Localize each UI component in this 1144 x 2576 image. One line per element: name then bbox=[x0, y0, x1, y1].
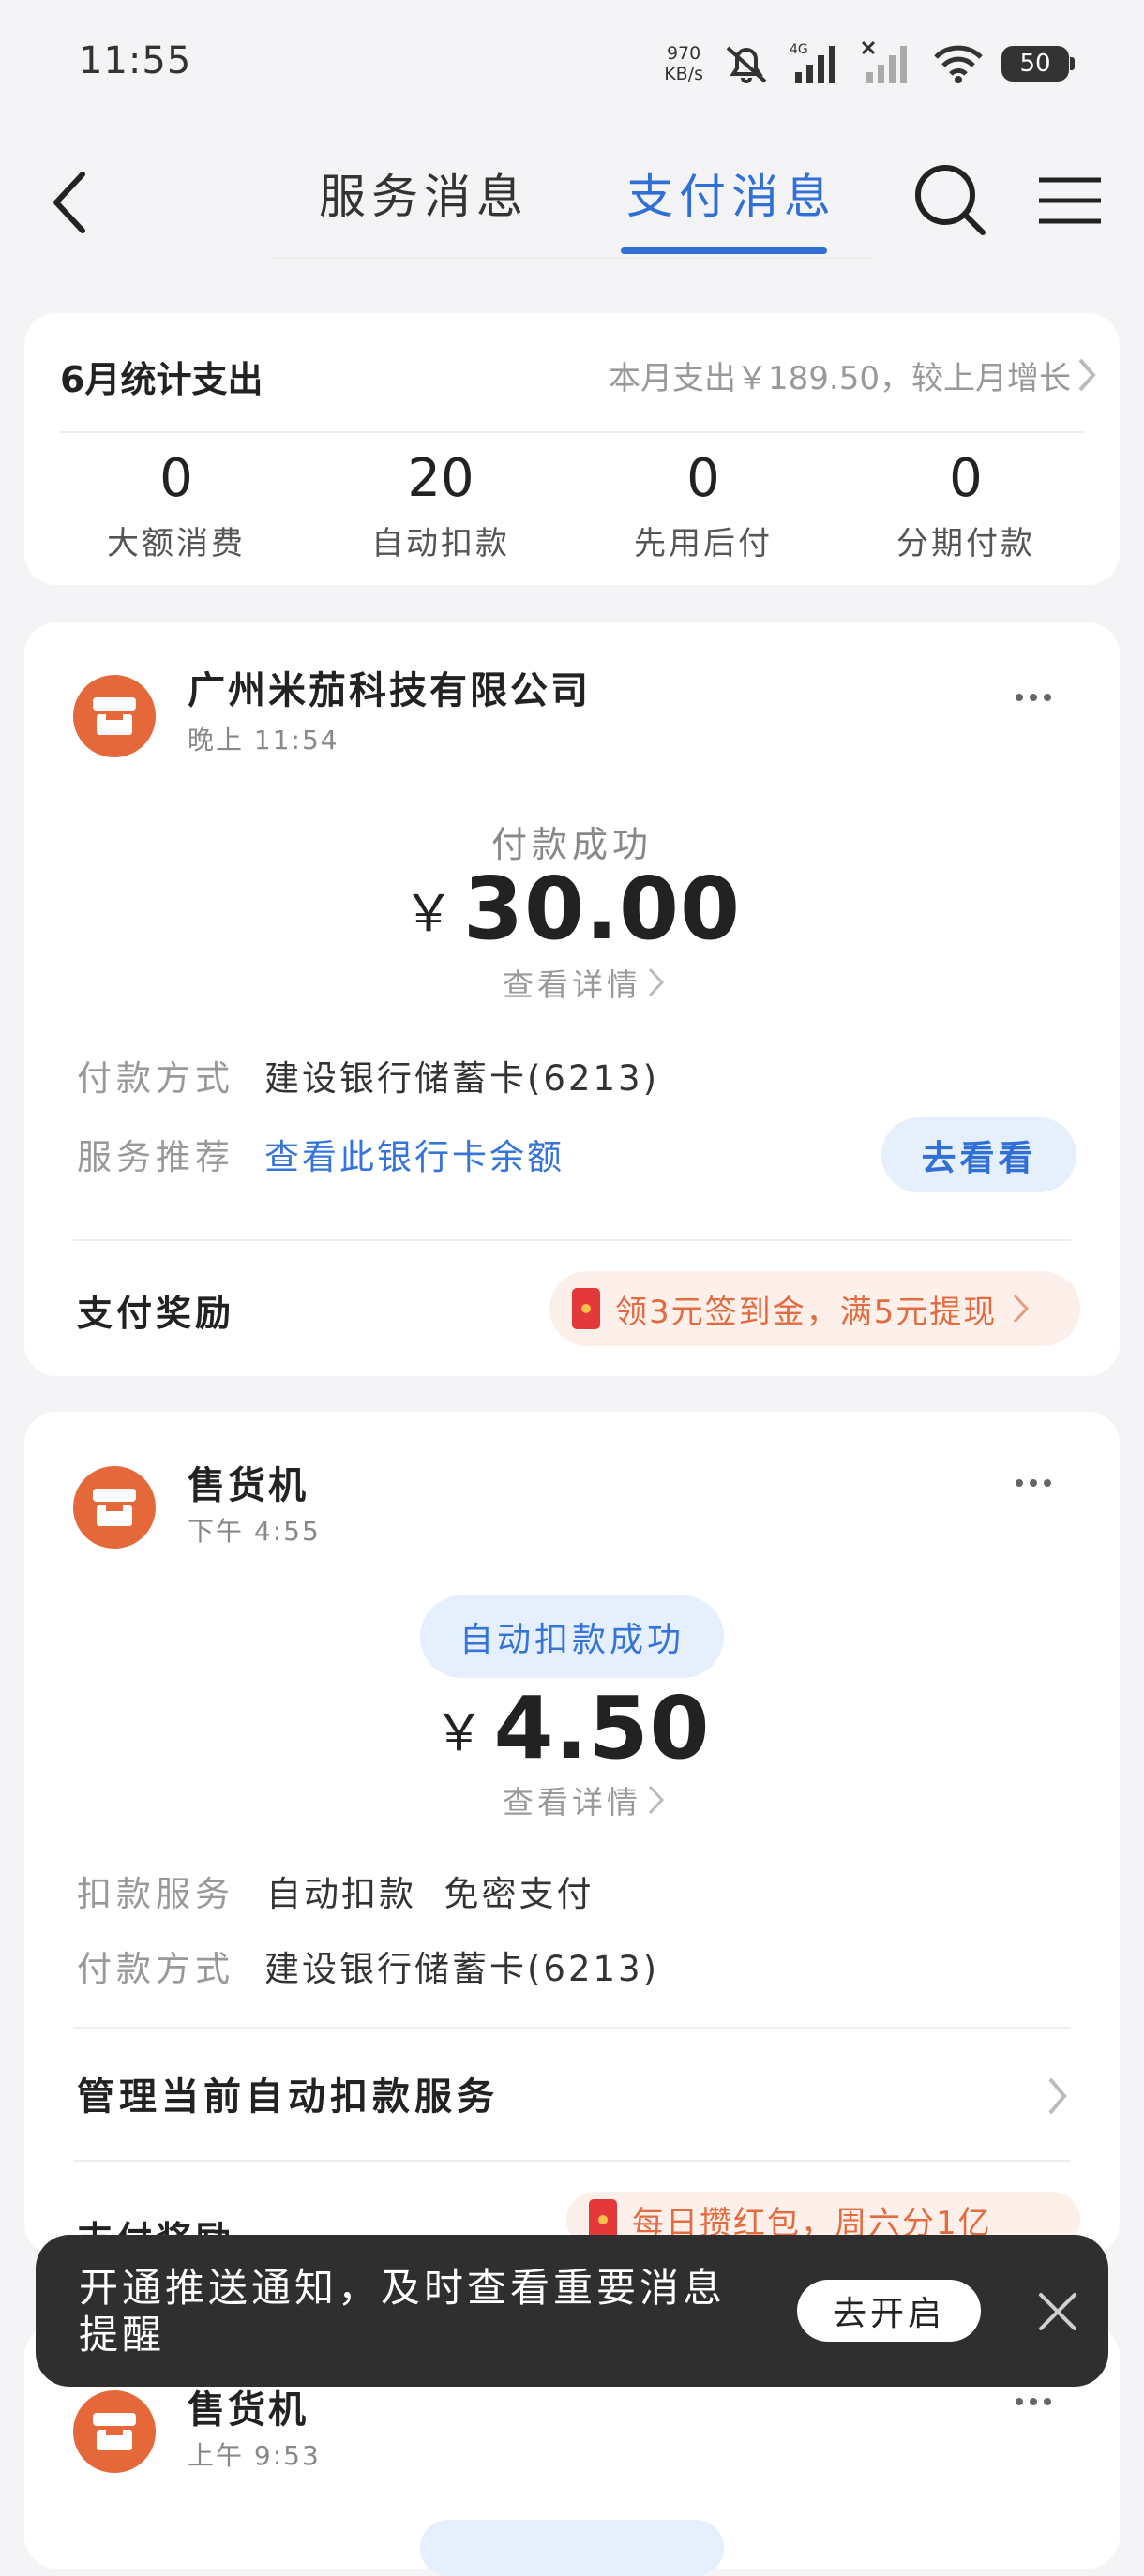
reward-title: 支付奖励 bbox=[77, 1293, 235, 1334]
tab-payment-messages[interactable]: 支付消息 bbox=[626, 159, 836, 227]
currency-symbol: ￥ bbox=[402, 884, 454, 943]
stat-value: 20 bbox=[407, 448, 474, 509]
stat-auto-deduct[interactable]: 20 自动扣款 bbox=[347, 444, 534, 563]
wifi-icon bbox=[934, 45, 983, 83]
back-icon[interactable] bbox=[45, 167, 101, 238]
stat-label: 先用后付 bbox=[634, 525, 773, 562]
merchant-avatar bbox=[73, 675, 156, 757]
more-options-icon[interactable] bbox=[1005, 679, 1061, 716]
merchant-avatar bbox=[73, 1466, 156, 1549]
summary-note[interactable]: 本月支出￥189.50，较上月增长 bbox=[609, 352, 1071, 398]
row-label: 付款方式 bbox=[77, 1949, 234, 1989]
payment-method-value: 建设银行储蓄卡(6213) bbox=[264, 1949, 660, 1989]
mute-bell-icon bbox=[726, 46, 767, 83]
payment-method-value: 建设银行储蓄卡(6213) bbox=[264, 1058, 660, 1099]
chevron-right-icon bbox=[648, 1785, 665, 1815]
search-icon[interactable] bbox=[910, 159, 988, 238]
deduct-service-value: 自动扣款 免密支付 bbox=[266, 1874, 595, 1914]
row-label: 扣款服务 bbox=[77, 1874, 234, 1914]
chevron-right-icon bbox=[1014, 1294, 1030, 1324]
summary-title: 6月统计支出 bbox=[60, 359, 263, 400]
check-balance-link[interactable]: 查看此银行卡余额 bbox=[264, 1129, 564, 1179]
menu-icon[interactable] bbox=[1037, 172, 1103, 229]
stat-large-spending[interactable]: 0 大额消费 bbox=[83, 444, 270, 563]
row-label: 付款方式 bbox=[77, 1058, 234, 1099]
card-divider bbox=[73, 2160, 1071, 2162]
merchant-avatar bbox=[73, 2390, 156, 2473]
payment-amount: ￥ 30.00 bbox=[24, 859, 1120, 959]
auto-deduct-message-card: 售货机 下午 4:55 自动扣款成功 ￥ 4.50 查看详情 扣款服务 自动扣款 … bbox=[24, 1412, 1120, 2260]
close-icon[interactable] bbox=[1030, 2284, 1086, 2340]
store-icon bbox=[93, 1489, 136, 1526]
manage-auto-deduct-label: 管理当前自动扣款服务 bbox=[77, 2075, 499, 2119]
chevron-right-icon bbox=[1048, 2077, 1067, 2115]
net-speed: 970 KB/s bbox=[664, 43, 703, 84]
status-time: 11:55 bbox=[79, 39, 192, 82]
payment-message-card: 广州米茄科技有限公司 晚上 11:54 付款成功 ￥ 30.00 查看详情 付款方… bbox=[24, 622, 1120, 1376]
active-tab-indicator bbox=[621, 247, 827, 254]
stat-label: 大额消费 bbox=[107, 525, 246, 562]
toast-message: 开通推送通知，及时查看重要消息提醒 bbox=[79, 2265, 727, 2358]
merchant-name: 广州米茄科技有限公司 bbox=[188, 669, 591, 712]
merchant-name: 售货机 bbox=[188, 2389, 309, 2432]
merchant-name: 售货机 bbox=[188, 1464, 309, 1507]
currency-symbol: ￥ bbox=[433, 1703, 485, 1762]
signal-4g-icon: 4G bbox=[790, 42, 835, 83]
message-time: 下午 4:55 bbox=[188, 1516, 321, 1547]
signal-no-service-icon bbox=[861, 40, 907, 83]
more-options-icon[interactable] bbox=[1005, 1464, 1061, 1502]
summary-divider bbox=[60, 431, 1084, 433]
card-divider bbox=[73, 1239, 1071, 1241]
stat-installment[interactable]: 0 分期付款 bbox=[872, 444, 1060, 563]
view-details-link[interactable]: 查看详情 bbox=[503, 960, 666, 1005]
reward-banner[interactable]: 领3元签到金，满5元提现 bbox=[549, 1271, 1080, 1346]
amount-value: 30.00 bbox=[462, 859, 741, 959]
more-options-icon[interactable] bbox=[1005, 2383, 1061, 2420]
status-icons: 970 KB/s 4G 50 bbox=[664, 36, 1075, 92]
go-see-button[interactable]: 去看看 bbox=[881, 1117, 1076, 1192]
chevron-right-icon bbox=[648, 967, 665, 997]
red-envelope-icon bbox=[572, 1288, 600, 1329]
view-details-label: 查看详情 bbox=[503, 966, 641, 1003]
monthly-summary-card[interactable]: 6月统计支出 本月支出￥189.50，较上月增长 0 大额消费 20 自动扣款 … bbox=[24, 313, 1120, 585]
payment-amount: ￥ 4.50 bbox=[24, 1678, 1120, 1778]
stat-label: 自动扣款 bbox=[371, 525, 510, 562]
status-pill-partial bbox=[420, 2520, 724, 2576]
message-time: 晚上 11:54 bbox=[188, 725, 339, 756]
stat-pay-later[interactable]: 0 先用后付 bbox=[610, 444, 797, 563]
stat-value: 0 bbox=[159, 448, 193, 509]
manage-auto-deduct-row[interactable]: 管理当前自动扣款服务 bbox=[24, 2029, 1120, 2160]
stat-label: 分期付款 bbox=[896, 525, 1035, 562]
message-time: 上午 9:53 bbox=[188, 2440, 321, 2471]
stat-value: 0 bbox=[949, 448, 983, 509]
tab-service-messages[interactable]: 服务消息 bbox=[319, 159, 529, 227]
amount-value: 4.50 bbox=[493, 1678, 711, 1778]
chevron-right-icon bbox=[1078, 358, 1096, 392]
store-icon bbox=[93, 2413, 136, 2450]
reward-text: 领3元签到金，满5元提现 bbox=[615, 1293, 998, 1331]
view-details-label: 查看详情 bbox=[503, 1784, 641, 1820]
store-icon bbox=[93, 697, 136, 735]
row-label: 服务推荐 bbox=[77, 1137, 234, 1177]
auto-deduct-status: 自动扣款成功 bbox=[420, 1595, 724, 1678]
stat-value: 0 bbox=[686, 448, 720, 509]
push-notification-toast: 开通推送通知，及时查看重要消息提醒 去开启 bbox=[36, 2235, 1108, 2387]
svg-text:4G: 4G bbox=[790, 42, 808, 57]
tab-divider bbox=[272, 257, 872, 259]
view-details-link[interactable]: 查看详情 bbox=[503, 1777, 666, 1822]
battery-icon: 50 bbox=[1001, 46, 1075, 82]
enable-notifications-button[interactable]: 去开启 bbox=[797, 2280, 981, 2342]
